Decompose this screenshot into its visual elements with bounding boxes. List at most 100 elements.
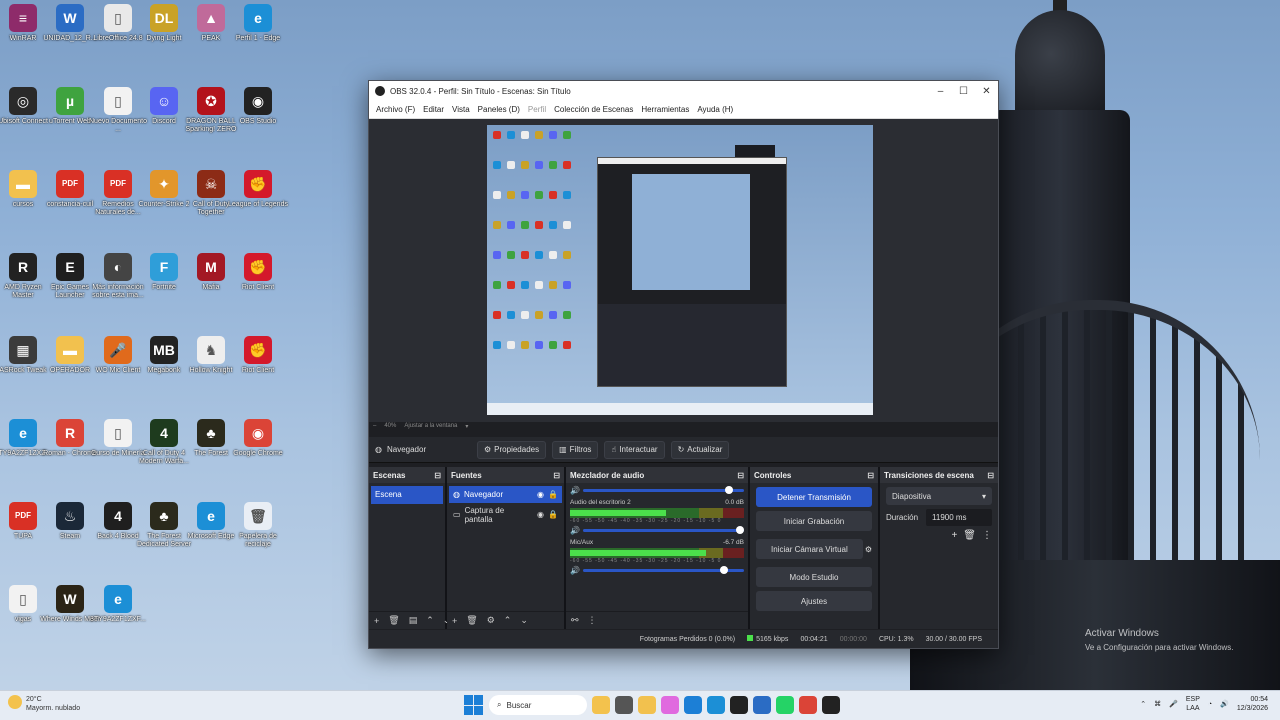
preview-desktop-icon	[549, 221, 557, 229]
chevron-up-icon[interactable]: ⌃	[1140, 700, 1146, 708]
obs-titlebar[interactable]: OBS 32.0.4 - Perfil: Sin Título - Escena…	[369, 81, 998, 101]
interact-button[interactable]: ☝ Interactuar	[604, 440, 665, 459]
desktop-icon[interactable]: e 3TY9A2ZF1ZXF...	[88, 581, 148, 659]
stop-stream-button[interactable]: Detener Transmisión	[756, 487, 872, 507]
dock-menu-icon[interactable]: ⊟	[737, 471, 744, 480]
link-icon[interactable]: ⚯	[571, 615, 579, 626]
duration-field[interactable]: 11900 ms	[926, 509, 992, 526]
whatsapp-icon[interactable]	[776, 696, 794, 714]
gear-icon[interactable]: ⚙	[865, 545, 872, 554]
app-icon: ▯	[104, 87, 132, 115]
outlook-icon[interactable]	[684, 696, 702, 714]
volume-slider[interactable]	[582, 565, 744, 574]
preview-desktop-icon	[493, 221, 501, 229]
word-icon[interactable]	[753, 696, 771, 714]
maximize-icon[interactable]: ☐	[952, 86, 975, 97]
desktop-icon[interactable]: 🗑 Papelera de reciclaje	[228, 498, 288, 576]
volume-slider[interactable]	[582, 485, 744, 494]
file-explorer-icon[interactable]	[592, 696, 610, 714]
dock-menu-icon[interactable]: ⊟	[434, 471, 441, 480]
studio-mode-button[interactable]: Modo Estudio	[756, 567, 872, 587]
speaker-icon[interactable]: 🔊	[570, 526, 580, 535]
mic-icon[interactable]: 🎤	[1169, 700, 1178, 708]
trash-icon[interactable]: 🗑	[388, 615, 399, 626]
dock-menu-icon[interactable]: ⊟	[987, 471, 994, 480]
lang-indicator[interactable]: ESP LAA	[1186, 695, 1200, 713]
menu-item[interactable]: Paneles (D)	[474, 105, 524, 114]
source-item-navegador[interactable]: ◍ Navegador ◉ 🔒	[449, 486, 562, 503]
desktop-icon[interactable]: ◉ Google Chrome	[228, 415, 288, 493]
move-up-icon[interactable]: ⌃	[426, 615, 434, 626]
dock-menu-icon[interactable]: ⊟	[553, 471, 560, 480]
trash-icon[interactable]: 🗑	[466, 615, 477, 626]
scene-item[interactable]: Escena	[371, 486, 443, 504]
move-down-icon[interactable]: ⌄	[520, 615, 528, 626]
trash-icon[interactable]: 🗑	[963, 530, 976, 541]
volume-slider[interactable]	[582, 525, 744, 534]
desktop-icon[interactable]: e Perfil 1 - Edge	[228, 0, 288, 78]
task-view-icon[interactable]	[615, 696, 633, 714]
desktop-icon[interactable]: ✊ League of Legends	[228, 166, 288, 244]
menu-item[interactable]: Ayuda (H)	[693, 105, 737, 114]
slider-knob[interactable]	[724, 485, 733, 494]
clock[interactable]: 00:54 12/3/2026	[1237, 695, 1268, 713]
folder-icon[interactable]	[638, 696, 656, 714]
add-icon[interactable]: +	[951, 530, 957, 541]
close-icon[interactable]: ✕	[975, 86, 998, 97]
eye-icon[interactable]: ◉	[537, 510, 544, 519]
desktop-icon-label: 3TY9A2ZF1ZXF...	[89, 616, 147, 623]
refresh-button[interactable]: ↻ Actualizar	[670, 440, 730, 459]
zoom-fit-option[interactable]: Ajustar a la ventana	[404, 423, 457, 433]
menu-item[interactable]: Archivo (F)	[372, 105, 419, 114]
transition-select[interactable]: Diapositiva ▾	[886, 487, 992, 505]
start-recording-button[interactable]: Iniciar Grabación	[756, 511, 872, 531]
start-button[interactable]	[464, 695, 484, 715]
wifi-icon[interactable]: ◔	[1208, 701, 1212, 708]
dock-menu-icon[interactable]: ⊟	[867, 471, 874, 480]
speaker-icon[interactable]: 🔊	[570, 486, 580, 495]
properties-button[interactable]: ⚙ Propiedades	[477, 440, 547, 459]
settings-button[interactable]: Ajustes	[756, 591, 872, 611]
taskbar-search[interactable]: ⌕ Buscar	[489, 695, 587, 715]
more-icon[interactable]: ⋮	[588, 615, 597, 626]
menu-item[interactable]: Herramientas	[637, 105, 693, 114]
desktop-icon[interactable]: ✊ Riot Client	[228, 332, 288, 410]
lock-icon[interactable]: 🔒	[548, 510, 558, 519]
slider-knob[interactable]	[736, 525, 744, 534]
menu-item[interactable]: Editar	[419, 105, 448, 114]
store-icon[interactable]	[730, 696, 748, 714]
edge-icon[interactable]	[707, 696, 725, 714]
desktop-icon[interactable]: ✊ Riot Client	[228, 249, 288, 327]
speaker-icon[interactable]: 🔊	[570, 566, 580, 575]
zoom-out-icon[interactable]: –	[373, 423, 376, 433]
more-icon[interactable]: ⋮	[982, 530, 992, 541]
menu-item[interactable]: Colección de Escenas	[550, 105, 637, 114]
program-preview[interactable]	[487, 125, 873, 415]
app-icon: ▬	[56, 336, 84, 364]
virtual-camera-button[interactable]: Iniciar Cámara Virtual	[756, 539, 863, 559]
network-icon[interactable]: ⌘	[1154, 700, 1161, 708]
preview-area[interactable]	[369, 119, 998, 422]
minimize-icon[interactable]: –	[929, 86, 952, 97]
copilot-icon[interactable]	[661, 696, 679, 714]
meter-level	[570, 510, 666, 516]
menu-item[interactable]: Vista	[448, 105, 474, 114]
filters-button[interactable]: ▥ Filtros	[552, 440, 599, 459]
slider-knob[interactable]	[719, 565, 728, 574]
weather-widget[interactable]: 20°C Mayorm. nublado	[8, 695, 80, 713]
lock-icon[interactable]: 🔒	[548, 490, 558, 499]
filter-icon[interactable]: ▤	[409, 615, 418, 626]
source-item-captura[interactable]: ▭ Captura de pantalla ◉ 🔒	[449, 506, 562, 524]
menu-item[interactable]: Perfil	[524, 105, 550, 114]
obs-icon[interactable]	[822, 696, 840, 714]
desktop-icon[interactable]: ◉ OBS Studio	[228, 83, 288, 161]
chrome-icon[interactable]	[799, 696, 817, 714]
add-icon[interactable]: +	[452, 616, 457, 626]
controls-title: Controles	[754, 470, 792, 480]
gear-icon[interactable]: ⚙	[487, 615, 495, 626]
add-icon[interactable]: +	[374, 616, 379, 626]
move-up-icon[interactable]: ⌃	[504, 615, 512, 626]
chevron-down-icon[interactable]: ▾	[465, 423, 468, 433]
eye-icon[interactable]: ◉	[537, 490, 544, 499]
volume-icon[interactable]: 🔊	[1220, 700, 1229, 708]
